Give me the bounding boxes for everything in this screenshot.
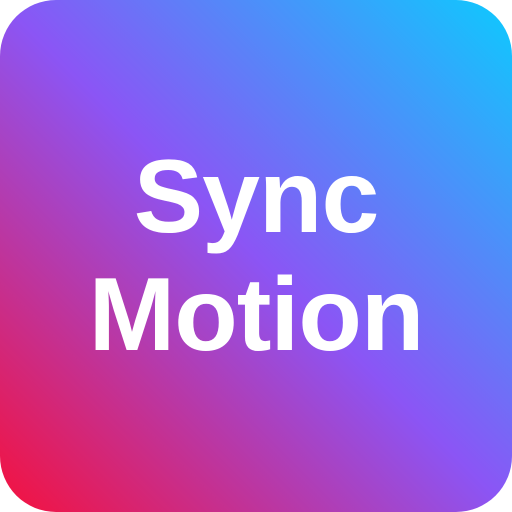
wordmark-line-sync: Sync	[133, 139, 380, 255]
wordmark-line-motion: Motion	[88, 257, 425, 373]
app-icon: Sync Motion	[0, 0, 512, 512]
app-wordmark: Sync Motion	[0, 0, 512, 512]
